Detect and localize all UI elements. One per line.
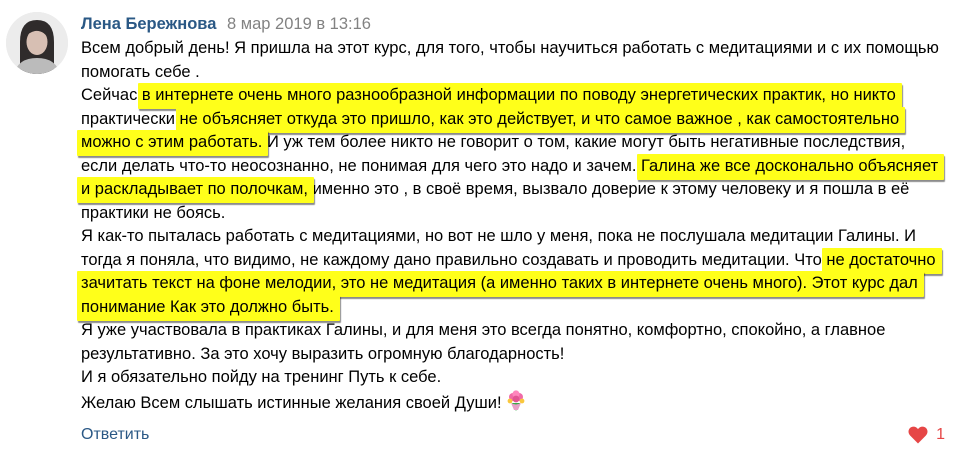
flower-bouquet-emoji-icon xyxy=(506,389,526,420)
text-segment: Я уже участвовала в практиках Галины, и … xyxy=(81,321,886,339)
text-segment: практически xyxy=(81,109,180,128)
highlighted-text: и раскладывает по полочкам, xyxy=(81,180,308,198)
comment-line: Я как-то пыталась работать с медитациями… xyxy=(81,225,961,249)
text-segment: Всем добрый день! Я пришла на этот курс,… xyxy=(81,39,939,57)
comment-line: зачитать текст на фоне мелодии, это не м… xyxy=(81,272,961,296)
comment-line: Сейчас в интернете очень много разнообра… xyxy=(81,84,961,108)
author-avatar[interactable] xyxy=(6,12,68,74)
comment-line: Всем добрый день! Я пришла на этот курс,… xyxy=(81,37,961,61)
comment-line: помогать себе . xyxy=(81,61,961,85)
highlighted-text: не объясняет откуда это пришло, как это … xyxy=(179,109,900,128)
comment-line: практически не объясняет откуда это приш… xyxy=(81,108,961,132)
text-segment: именно это , в своё время, вызвало довер… xyxy=(307,180,910,198)
comment-line: тогда я поняла, что видимо, не каждому д… xyxy=(81,249,961,273)
comment-line: И я обязательно пойду на тренинг Путь к … xyxy=(81,366,961,390)
comment-header: Лена Бережнова 8 мар 2019 в 13:16 xyxy=(81,12,371,36)
text-segment: тогда я поняла, что видимо, не каждому д… xyxy=(81,250,827,269)
text-segment: практики не боясь. xyxy=(81,203,226,222)
user-photo-avatar-icon xyxy=(6,12,68,74)
highlighted-text: не достаточно xyxy=(826,250,936,269)
text-segment: И я обязательно пойду на тренинг Путь к … xyxy=(81,368,442,386)
author-name[interactable]: Лена Бережнова xyxy=(81,15,216,33)
text-segment: И уж тем более никто не говорит о том, к… xyxy=(262,133,906,151)
text-segment: Я как-то пыталась работать с медитациями… xyxy=(81,227,917,245)
heart-icon xyxy=(908,426,928,444)
text-segment: Желаю Всем слышать истинные желания свое… xyxy=(81,393,502,412)
like-button[interactable]: 1 xyxy=(908,426,945,444)
text-segment: Сейчас xyxy=(81,86,142,104)
like-count: 1 xyxy=(936,426,945,443)
comment-line: можно с этим работать. И уж тем более ни… xyxy=(81,131,961,155)
text-segment: если делать что-то неосознанно, не поним… xyxy=(81,156,642,175)
text-segment: результативно. За это хочу выразить огро… xyxy=(81,344,565,363)
comment-line: Желаю Всем слышать истинные желания свое… xyxy=(81,389,961,414)
comment-line: практики не боясь. xyxy=(81,202,961,226)
highlighted-text: можно с этим работать. xyxy=(81,133,263,151)
comment-line: результативно. За это хочу выразить огро… xyxy=(81,343,961,367)
comment-line: Я уже участвовала в практиках Галины, и … xyxy=(81,319,961,343)
comment-footer: Ответить 1 xyxy=(81,426,951,448)
comment-line: и раскладывает по полочкам, именно это ,… xyxy=(81,178,961,202)
highlighted-text: понимание Как это должно быть. xyxy=(81,297,334,316)
highlighted-text: Галина же все досконально объясняет xyxy=(641,156,939,175)
comment-text: Всем добрый день! Я пришла на этот курс,… xyxy=(81,37,961,413)
comment-line: если делать что-то неосознанно, не поним… xyxy=(81,155,961,179)
highlighted-text: в интернете очень много разнообразной ин… xyxy=(141,86,896,104)
highlighted-text: зачитать текст на фоне мелодии, это не м… xyxy=(81,274,918,292)
text-segment: помогать себе . xyxy=(81,62,200,81)
comment-date[interactable]: 8 мар 2019 в 13:16 xyxy=(227,15,371,33)
reply-button[interactable]: Ответить xyxy=(81,426,149,444)
comment-line: понимание Как это должно быть. xyxy=(81,296,961,320)
